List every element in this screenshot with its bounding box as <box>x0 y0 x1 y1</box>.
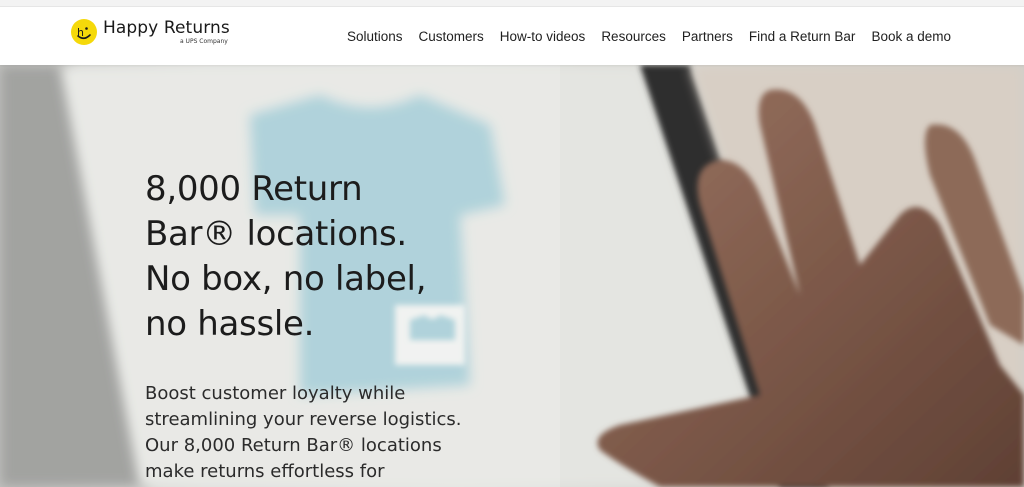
headline-line: 8,000 Return <box>145 169 363 209</box>
nav-solutions[interactable]: Solutions <box>347 29 403 44</box>
brand-tagline: a UPS Company <box>179 38 228 45</box>
subcopy-line: Our 8,000 Return Bar® locations <box>145 435 442 456</box>
headline-line: No box, no label, <box>145 259 427 299</box>
site-header: h Happy Returns a UPS Company Solutions … <box>0 7 1024 65</box>
hero-subcopy: Boost customer loyalty while streamlinin… <box>145 381 485 485</box>
subcopy-line: streamlining your reverse logistics. <box>145 409 462 430</box>
nav-find-return-bar[interactable]: Find a Return Bar <box>749 29 856 44</box>
main-nav: Solutions Customers How-to videos Resour… <box>347 7 951 65</box>
nav-customers[interactable]: Customers <box>419 29 484 44</box>
hero-copy: 8,000 Return Bar® locations. No box, no … <box>145 167 505 485</box>
nav-how-to-videos[interactable]: How-to videos <box>500 29 586 44</box>
browser-top-strip <box>0 0 1024 7</box>
nav-partners[interactable]: Partners <box>682 29 733 44</box>
hero-section: 8,000 Return Bar® locations. No box, no … <box>0 65 1024 487</box>
headline-line: Bar® locations. <box>145 214 407 254</box>
brand-logo[interactable]: h Happy Returns a UPS Company <box>71 18 230 54</box>
nav-resources[interactable]: Resources <box>601 29 666 44</box>
nav-book-demo[interactable]: Book a demo <box>871 29 951 44</box>
hero-headline: 8,000 Return Bar® locations. No box, no … <box>145 167 505 347</box>
smiley-logo-icon: h <box>71 19 97 45</box>
subcopy-line: make returns effortless for <box>145 461 385 482</box>
subcopy-line: Boost customer loyalty while <box>145 383 406 404</box>
headline-line: no hassle. <box>145 304 315 344</box>
brand-name: Happy Returns <box>103 18 230 38</box>
